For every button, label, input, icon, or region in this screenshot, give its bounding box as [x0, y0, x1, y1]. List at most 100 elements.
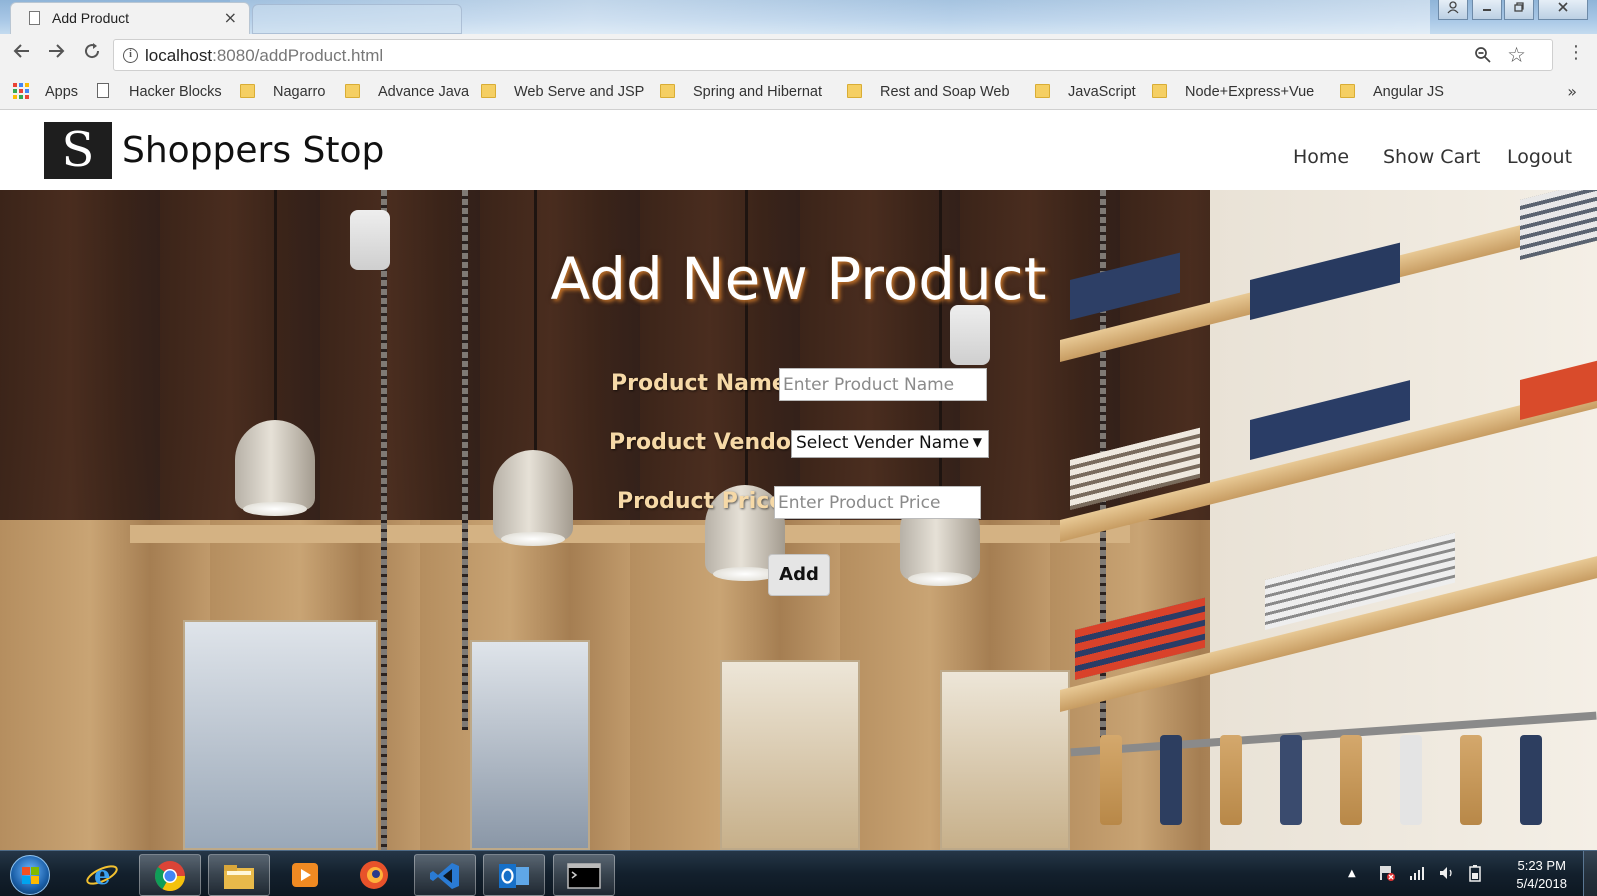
background-hanger: [1460, 735, 1482, 825]
taskbar-clock[interactable]: 5:23 PM 5/4/2018: [1516, 857, 1567, 893]
minimize-icon[interactable]: [1472, 0, 1502, 20]
tray-expand-icon[interactable]: ▲: [1348, 868, 1356, 879]
windows-taskbar: e ▲ 5:23 PM 5/4/2018: [0, 850, 1597, 896]
bookmark-node-express-vue[interactable]: Node+Express+Vue: [1152, 82, 1318, 102]
background-hanger: [1520, 735, 1542, 825]
product-price-input[interactable]: [774, 486, 981, 519]
product-name-input[interactable]: [779, 368, 987, 401]
forward-icon[interactable]: [43, 41, 69, 67]
dropdown-arrow-icon: ▼: [972, 435, 982, 449]
background-spotlight: [950, 305, 990, 365]
restore-icon[interactable]: [1504, 0, 1534, 20]
media-player-icon: [292, 863, 318, 887]
show-desktop-button[interactable]: [1583, 851, 1597, 896]
brand-name[interactable]: Shoppers Stop: [122, 130, 384, 171]
background-hanger: [1280, 735, 1302, 825]
folder-icon: [1035, 84, 1050, 98]
vendor-select-value: Select Vender Name: [796, 433, 970, 453]
background-hanger: [1100, 735, 1122, 825]
bookmark-star-icon[interactable]: ☆: [1507, 43, 1526, 67]
firefox-icon: [360, 861, 388, 889]
site-header: S Shoppers Stop Home Show Cart Logout: [0, 110, 1597, 190]
page-title: Add New Product: [550, 245, 1047, 313]
folder-icon: [224, 865, 254, 889]
browser-tab-strip: Add Product ×: [0, 0, 1597, 34]
network-signal-icon[interactable]: [1408, 864, 1426, 886]
internet-explorer-icon: e: [86, 861, 118, 891]
background-cord: [534, 190, 537, 455]
folder-icon: [481, 84, 496, 98]
tab-title: Add Product: [52, 10, 130, 26]
folder-icon: [345, 84, 360, 98]
bookmark-angular-js[interactable]: Angular JS: [1340, 82, 1444, 102]
clock-date: 5/4/2018: [1516, 876, 1567, 891]
background-pendant-lamp: [493, 450, 573, 546]
clock-time: 5:23 PM: [1517, 858, 1566, 873]
product-name-label: Product Name :: [611, 371, 804, 396]
taskbar-outlook[interactable]: [483, 854, 545, 896]
reload-icon[interactable]: [79, 41, 105, 67]
bookmark-spring-hibernate[interactable]: Spring and Hibernat: [660, 82, 830, 102]
bookmark-advance-java[interactable]: Advance Java: [345, 82, 469, 102]
tab-new[interactable]: [252, 4, 462, 34]
page-icon: [97, 83, 109, 98]
volume-icon[interactable]: [1438, 864, 1456, 886]
bookmark-rest-soap[interactable]: Rest and Soap Web: [847, 82, 1017, 102]
taskbar-file-explorer[interactable]: [208, 854, 270, 896]
page-icon: [29, 11, 40, 25]
nav-show-cart[interactable]: Show Cart: [1383, 146, 1480, 168]
info-icon[interactable]: i: [123, 48, 138, 63]
bookmark-nagarro[interactable]: Nagarro: [240, 82, 325, 102]
background-fitting-room: [940, 670, 1070, 850]
svg-text:e: e: [94, 861, 111, 891]
bookmarks-overflow-icon[interactable]: »: [1567, 82, 1577, 101]
taskbar-command-prompt[interactable]: [553, 854, 615, 896]
background-hanger: [1220, 735, 1242, 825]
back-icon[interactable]: [9, 41, 35, 67]
taskbar-media-player[interactable]: [275, 854, 337, 896]
terminal-icon: [567, 863, 601, 889]
background-fitting-room: [183, 620, 378, 850]
bookmark-web-serve-jsp[interactable]: Web Serve and JSP: [481, 82, 644, 102]
background-beam: [130, 525, 1130, 543]
background-pendant-lamp: [235, 420, 315, 516]
chrome-menu-icon[interactable]: ⋮: [1567, 44, 1585, 62]
background-wall: [0, 190, 1220, 520]
zoom-icon[interactable]: [1474, 46, 1492, 69]
folder-icon: [1340, 84, 1355, 98]
add-product-button[interactable]: Add: [768, 554, 830, 596]
windows-logo-icon: [22, 867, 40, 885]
battery-icon[interactable]: [1466, 864, 1484, 886]
start-button[interactable]: [10, 855, 50, 895]
address-bar[interactable]: i localhost:8080/addProduct.html ☆: [113, 39, 1553, 71]
chrome-icon: [155, 861, 185, 892]
nav-home[interactable]: Home: [1293, 146, 1349, 168]
product-vendor-label: Product Vendor :: [609, 430, 819, 455]
browser-toolbar: i localhost:8080/addProduct.html ☆ ⋮: [0, 34, 1597, 75]
folder-icon: [240, 84, 255, 98]
close-window-icon[interactable]: [1538, 0, 1588, 20]
vendor-select[interactable]: Select Vender Name ▼: [791, 430, 989, 458]
tab-close-icon[interactable]: ×: [224, 8, 237, 27]
taskbar-vscode[interactable]: [414, 854, 476, 896]
user-profile-icon[interactable]: [1438, 0, 1468, 20]
outlook-icon: [499, 864, 529, 888]
folder-icon: [847, 84, 862, 98]
url-text[interactable]: localhost:8080/addProduct.html: [145, 46, 383, 66]
logo[interactable]: S: [44, 122, 112, 179]
apps-grid-icon: [13, 83, 29, 99]
tab-add-product[interactable]: Add Product ×: [10, 2, 250, 34]
background-hanger: [1400, 735, 1422, 825]
taskbar-firefox[interactable]: [344, 854, 406, 896]
bookmark-javascript[interactable]: JavaScript: [1035, 82, 1136, 102]
taskbar-internet-explorer[interactable]: e: [72, 854, 134, 896]
bookmark-hacker-blocks[interactable]: Hacker Blocks: [97, 82, 222, 102]
taskbar-chrome[interactable]: [139, 854, 201, 896]
background-fitting-room: [470, 640, 590, 850]
background-fitting-room: [720, 660, 860, 850]
background-hanger: [1340, 735, 1362, 825]
tray-flag-icon[interactable]: [1378, 864, 1396, 886]
bookmarks-bar: Apps Hacker Blocks Nagarro Advance Java …: [0, 75, 1597, 110]
bookmark-apps[interactable]: Apps: [13, 82, 78, 102]
nav-logout[interactable]: Logout: [1507, 146, 1572, 168]
